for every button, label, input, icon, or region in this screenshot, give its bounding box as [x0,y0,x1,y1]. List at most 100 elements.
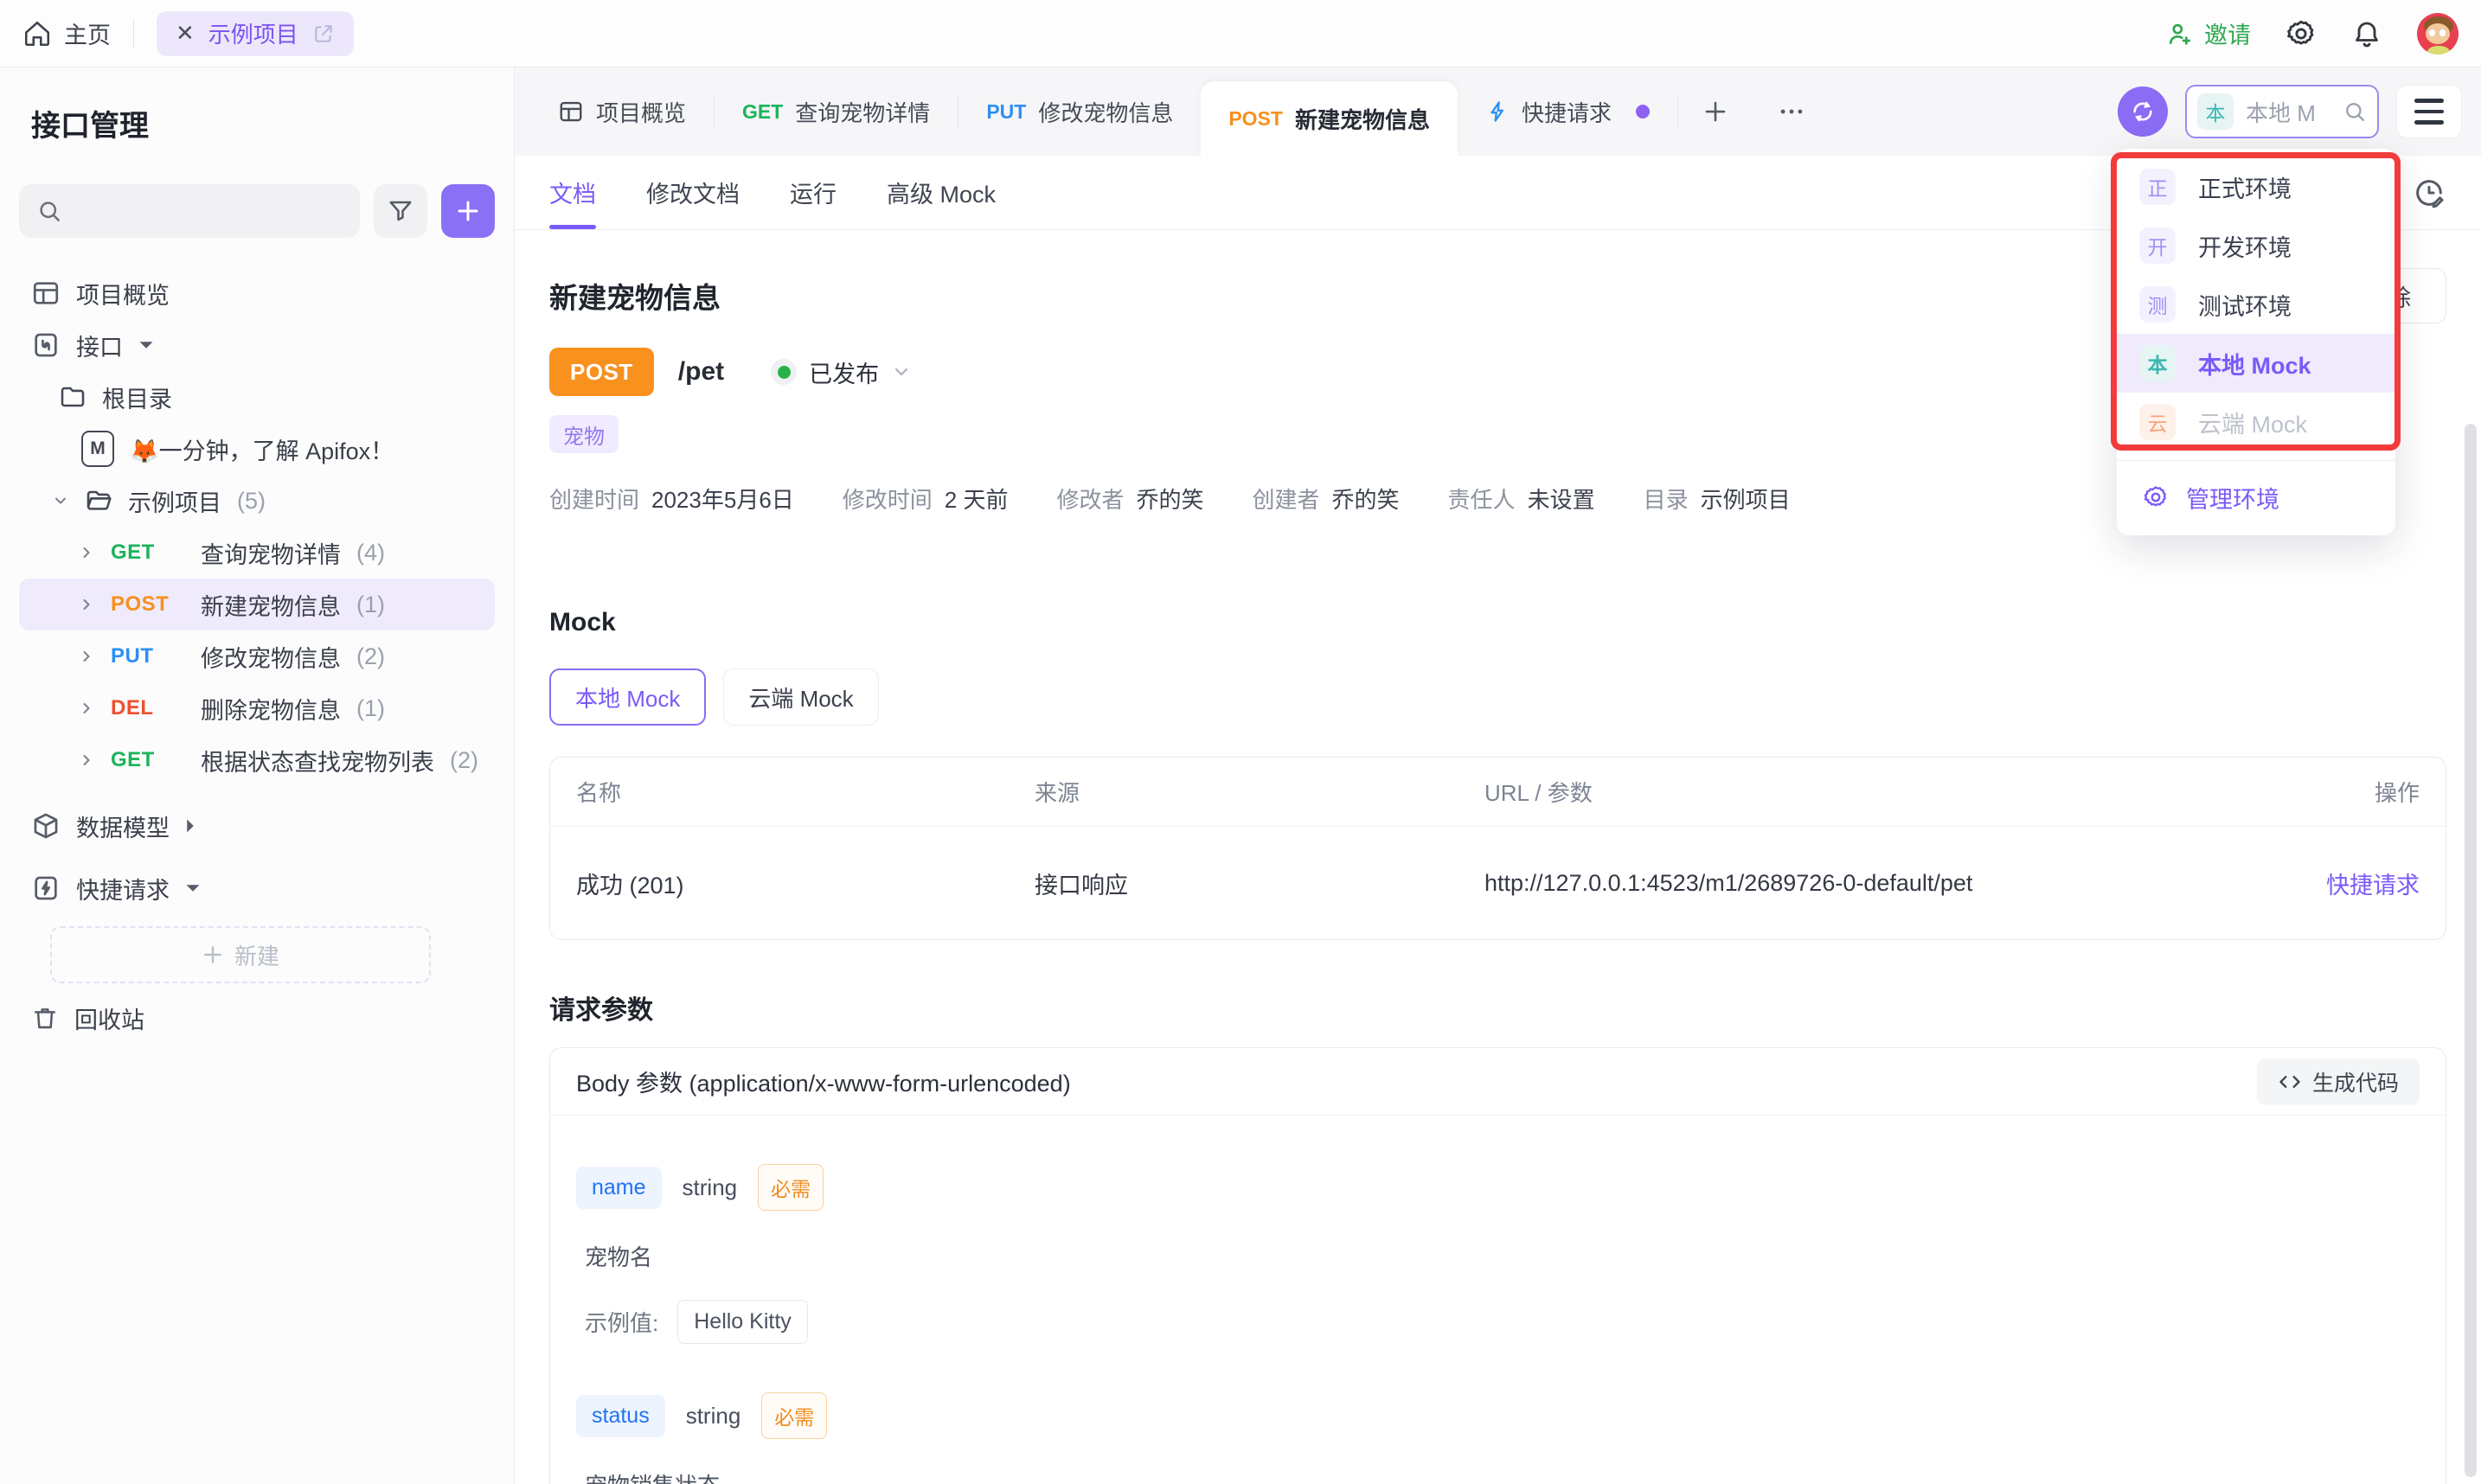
sidebar-title: 接口管理 [31,102,495,144]
cloud-mock-toggle[interactable]: 云端 Mock [723,668,878,726]
caret-down-icon[interactable] [138,340,154,350]
code-icon [2278,1070,2302,1094]
env-option-badge: 本 [2139,345,2176,381]
caret-down-icon[interactable] [185,883,201,893]
markdown-doc-icon: M [81,431,114,467]
history-icon[interactable] [2412,176,2446,210]
tree-item-api-post-create-pet[interactable]: POST 新建宠物信息 (1) [19,579,495,630]
new-quick-request-button[interactable]: 新建 [50,926,431,983]
chevron-right-icon[interactable] [78,544,95,561]
env-option-development[interactable]: 开 开发环境 [2117,216,2395,275]
tree-item-api-get-pet-detail[interactable]: GET 查询宠物详情 (4) [19,527,495,579]
env-option-local-mock[interactable]: 本 本地 Mock [2117,334,2395,393]
body-params-list: name string 必需 宠物名 示例值: Hello Kitty [550,1116,2446,1484]
vertical-scrollbar[interactable] [2465,424,2477,1477]
cube-icon [31,811,61,841]
sidebar-item-label: 项目概览 [76,277,170,310]
subtab-edit-docs[interactable]: 修改文档 [646,156,740,229]
env-option-cloud-mock[interactable]: 云 云端 Mock [2117,393,2395,451]
env-option-label: 云端 Mock [2198,406,2307,439]
sync-button[interactable] [2118,86,2168,137]
sidebar-item-trash[interactable]: 回收站 [19,992,495,1044]
filter-button[interactable] [374,184,427,238]
tree-item-label: 🦊一分钟，了解 Apifox！ [130,432,394,466]
env-option-production[interactable]: 正 正式环境 [2117,157,2395,216]
tab-quick-request[interactable]: 快捷请求 [1458,67,1677,156]
tab-get-pet-detail[interactable]: GET 查询宠物详情 [715,67,958,156]
tree-item-api-get-find-by-status[interactable]: GET 根据状态查找宠物列表 (2) [19,734,495,786]
invite-button[interactable]: 邀请 [2166,16,2251,50]
method-badge: PUT [111,644,185,668]
search-box[interactable] [19,184,360,238]
required-badge: 必需 [758,1164,824,1211]
mock-url-cell: http://127.0.0.1:4523/m1/2689726-0-defau… [1484,870,2247,897]
mock-source-cell: 接口响应 [1035,867,1484,900]
close-icon[interactable]: ✕ [176,20,195,47]
settings-gear-icon[interactable] [2285,18,2317,49]
tree-item-api-del-delete-pet[interactable]: DEL 删除宠物信息 (1) [19,682,495,734]
subtab-label: 高级 Mock [887,176,996,209]
caret-right-icon[interactable] [185,818,196,834]
sidebar-item-apis[interactable]: 接口 [19,319,495,371]
subtab-docs[interactable]: 文档 [549,156,596,229]
sidebar-item-label: 快捷请求 [76,872,170,905]
generate-code-label: 生成代码 [2312,1066,2399,1097]
chevron-right-icon[interactable] [78,752,95,769]
topbar: 主页 ✕ 示例项目 邀请 [0,0,2481,67]
chevron-right-icon[interactable] [78,648,95,665]
tree-item-api-put-update-pet[interactable]: PUT 修改宠物信息 (2) [19,630,495,682]
home-button[interactable]: 主页 [22,16,111,50]
tree-item-markdown-doc[interactable]: M 🦊一分钟，了解 Apifox！ [19,423,495,475]
env-option-testing[interactable]: 测 测试环境 [2117,275,2395,334]
chevron-right-icon[interactable] [78,596,95,613]
tree-item-root-folder[interactable]: 根目录 [19,371,495,423]
tag-badge[interactable]: 宠物 [549,415,619,453]
tree-item-label: 根据状态查找宠物列表 [201,744,434,777]
tab-label: 新建宠物信息 [1295,103,1430,135]
subtab-advanced-mock[interactable]: 高级 Mock [887,156,996,229]
sidebar-item-data-models[interactable]: 数据模型 [19,800,495,852]
chevron-right-icon[interactable] [78,700,95,717]
publish-status-dropdown[interactable]: 已发布 [771,355,912,389]
tab-project-overview[interactable]: 项目概览 [530,67,714,156]
tab-label: 项目概览 [596,96,686,128]
example-value-chip: Hello Kitty [677,1300,808,1344]
subtab-run[interactable]: 运行 [790,156,837,229]
local-mock-toggle[interactable]: 本地 Mock [549,668,706,726]
env-badge: 本 [2197,93,2234,130]
user-avatar[interactable] [2417,13,2459,54]
tree-item-example-folder[interactable]: 示例项目 (5) [19,475,495,527]
sidebar-item-project-overview[interactable]: 项目概览 [19,267,495,319]
quick-request-link[interactable]: 快捷请求 [2247,867,2420,900]
environment-dropdown: 正 正式环境 开 开发环境 测 测试环境 本 本地 Mock 云 云端 Mock… [2117,149,2395,535]
notifications-bell-icon[interactable] [2351,18,2382,49]
new-tab-button[interactable] [1678,67,1753,156]
hamburger-menu-button[interactable] [2396,85,2462,138]
param-description: 宠物销售状态 [585,1468,2420,1484]
generate-code-button[interactable]: 生成代码 [2257,1059,2420,1105]
param-description: 宠物名 [585,1240,2420,1272]
tab-overflow-menu-button[interactable] [1753,67,1830,156]
search-input[interactable] [73,198,343,225]
tree-item-label: 新建宠物信息 [201,588,341,622]
project-tab[interactable]: ✕ 示例项目 [157,11,354,56]
trash-icon [31,1004,59,1032]
required-badge: 必需 [761,1392,827,1439]
external-link-icon[interactable] [312,22,335,45]
chevron-down-icon[interactable] [52,492,69,509]
method-badge: POST [111,592,185,617]
sidebar-item-quick-request[interactable]: 快捷请求 [19,862,495,914]
app-shell: 接口管理 [0,67,2481,1484]
tab-post-create-pet[interactable]: POST 新建宠物信息 [1201,81,1458,156]
tab-put-update-pet[interactable]: PUT 修改宠物信息 [958,67,1201,156]
tab-label: 查询宠物详情 [795,96,930,128]
manage-environments-item[interactable]: 管理环境 [2117,470,2395,525]
environment-selector[interactable]: 本 本地 M [2185,85,2379,138]
param-line: status string 必需 [576,1392,2420,1439]
http-method-badge: POST [549,348,654,396]
add-button[interactable] [441,184,495,238]
env-option-label: 正式环境 [2198,170,2292,204]
method-badge: GET [742,100,783,124]
mock-section-heading: Mock [549,608,2446,637]
method-badge: GET [111,748,185,772]
